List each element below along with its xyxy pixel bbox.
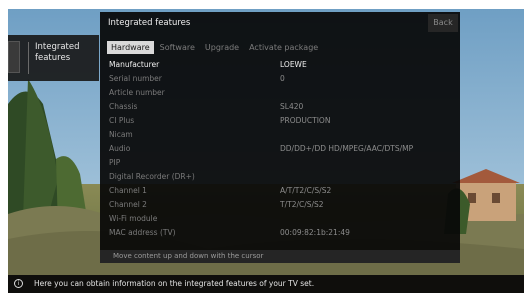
info-bar: i Here you can obtain information on the… [8, 275, 524, 293]
feature-label: CI Plus [109, 116, 135, 125]
feature-list[interactable]: Manufacturer LOEWE Serial number 0 Article… [108, 58, 456, 240]
tab-upgrade[interactable]: Upgrade [201, 41, 243, 54]
tab-software[interactable]: Software [156, 41, 199, 54]
feature-label: Digital Recorder (DR+) [109, 172, 195, 181]
feature-value: DD/DD+/DD HD/MPEG/AAC/DTS/MP [280, 144, 414, 153]
feature-label: Wi-Fi module [109, 214, 158, 223]
feature-value: SL420 [280, 102, 304, 111]
feature-row-channel-1[interactable]: Channel 1 A/T/T2/C/S/S2 [108, 184, 456, 198]
feature-row-chassis[interactable]: Chassis SL420 [108, 100, 456, 114]
feature-value: LOEWE [280, 60, 307, 69]
feature-label: Manufacturer [109, 60, 160, 69]
left-menu: Integrated features [8, 35, 99, 81]
panel-title: Integrated features [108, 18, 191, 28]
menu-item-label-line1: Integrated [35, 42, 80, 52]
feature-row-pip[interactable]: PIP [108, 156, 456, 170]
feature-label: Channel 1 [109, 186, 147, 195]
info-text: Here you can obtain information on the i… [34, 279, 315, 288]
integrated-features-panel: Integrated features Back Hardware Softwa… [100, 12, 460, 263]
back-button[interactable]: Back [428, 14, 458, 32]
feature-value: PRODUCTION [280, 116, 331, 125]
menu-scroll-stub[interactable] [8, 41, 20, 73]
feature-row-serial-number[interactable]: Serial number 0 [108, 72, 456, 86]
feature-row-digital-recorder[interactable]: Digital Recorder (DR+) [108, 170, 456, 184]
feature-row-nicam[interactable]: Nicam [108, 128, 456, 142]
menu-item-integrated-features[interactable]: Integrated features [28, 42, 94, 74]
tab-bar: Hardware Software Upgrade Activate packa… [107, 41, 324, 54]
feature-row-wifi-module[interactable]: Wi-Fi module [108, 212, 456, 226]
feature-label: Article number [109, 88, 165, 97]
feature-row-channel-2[interactable]: Channel 2 T/T2/C/S/S2 [108, 198, 456, 212]
feature-label: Chassis [109, 102, 138, 111]
feature-label: PIP [109, 158, 121, 167]
tab-activate-package[interactable]: Activate package [245, 41, 322, 54]
feature-value: 00:09:82:1b:21:49 [280, 228, 350, 237]
info-icon: i [14, 279, 23, 288]
navigation-hint: Move content up and down with the cursor [100, 250, 460, 263]
feature-row-article-number[interactable]: Article number [108, 86, 456, 100]
feature-value: 0 [280, 74, 285, 83]
feature-row-audio[interactable]: Audio DD/DD+/DD HD/MPEG/AAC/DTS/MP [108, 142, 456, 156]
menu-item-label-line2: features [35, 53, 71, 63]
tv-screen: Integrated features Integrated features … [8, 9, 524, 293]
feature-label: Serial number [109, 74, 162, 83]
feature-label: Channel 2 [109, 200, 147, 209]
feature-label: MAC address (TV) [109, 228, 176, 237]
feature-row-mac-address[interactable]: MAC address (TV) 00:09:82:1b:21:49 [108, 226, 456, 240]
tab-hardware[interactable]: Hardware [107, 41, 154, 54]
feature-value: T/T2/C/S/S2 [280, 200, 324, 209]
feature-label: Audio [109, 144, 131, 153]
feature-label: Nicam [109, 130, 133, 139]
feature-value: A/T/T2/C/S/S2 [280, 186, 332, 195]
feature-row-ci-plus[interactable]: CI Plus PRODUCTION [108, 114, 456, 128]
feature-row-manufacturer[interactable]: Manufacturer LOEWE [108, 58, 456, 72]
